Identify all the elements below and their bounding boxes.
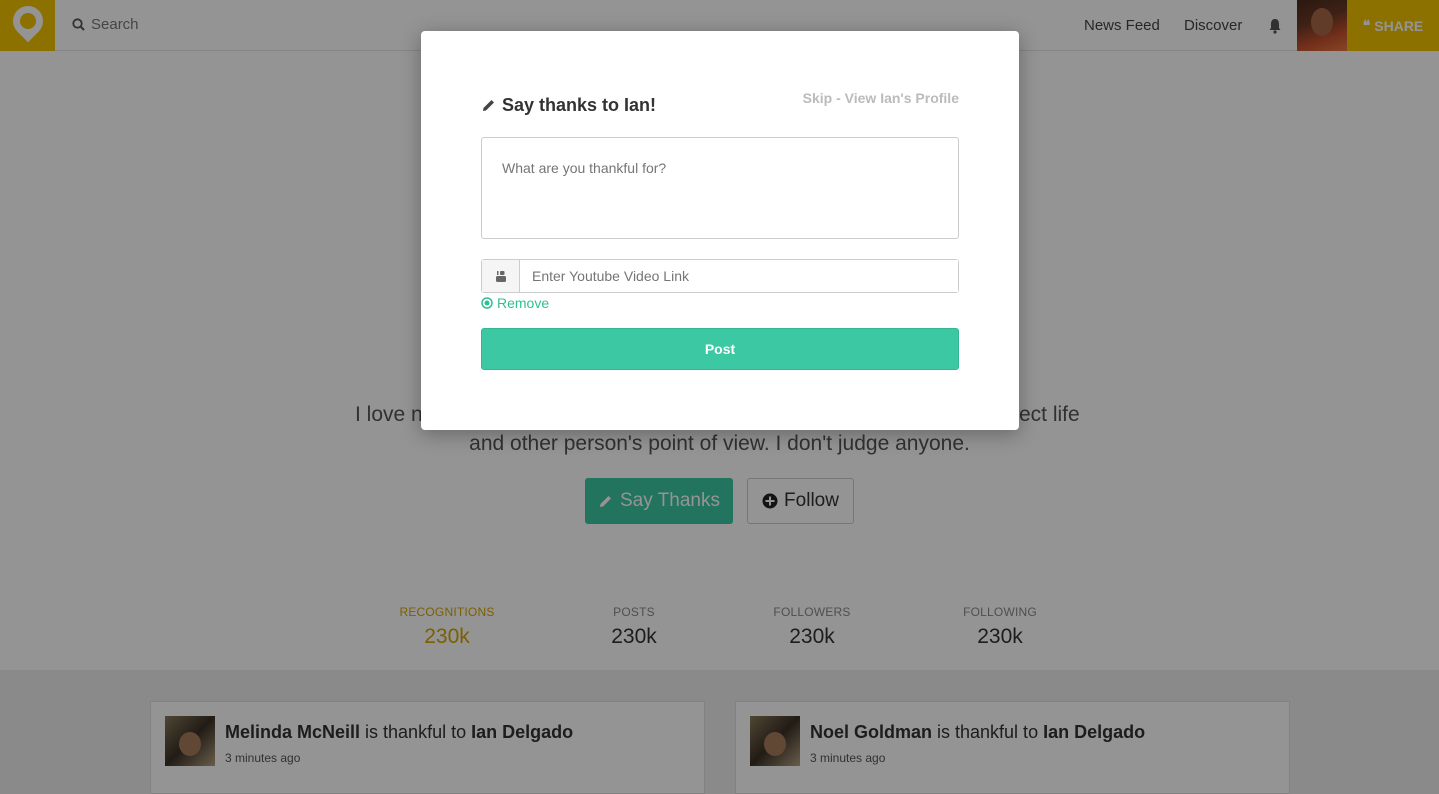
- modal-title: Say thanks to Ian!: [481, 95, 656, 116]
- remove-label: Remove: [497, 295, 550, 311]
- youtube-link-group: [481, 259, 959, 293]
- remove-circle-icon: [481, 297, 493, 309]
- say-thanks-modal: Say thanks to Ian! Skip - View Ian's Pro…: [421, 31, 1019, 430]
- thanks-textarea[interactable]: [481, 137, 959, 239]
- post-button[interactable]: Post: [481, 328, 959, 370]
- skip-link[interactable]: Skip - View Ian's Profile: [803, 90, 959, 106]
- youtube-link-input[interactable]: [520, 260, 958, 292]
- pencil-icon: [483, 100, 494, 111]
- youtube-icon: [482, 260, 520, 292]
- remove-link[interactable]: Remove: [481, 295, 549, 311]
- modal-title-text: Say thanks to Ian!: [502, 95, 657, 115]
